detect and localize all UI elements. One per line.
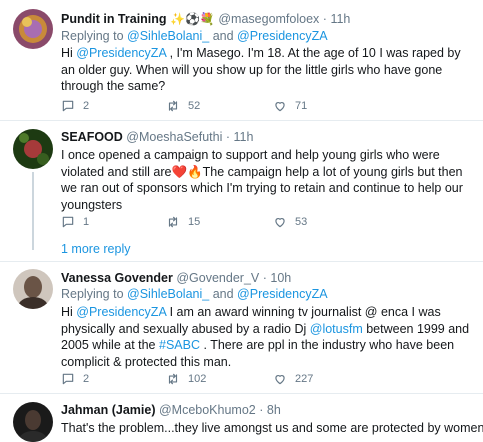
tweet-actions: 1 15 53 — [61, 215, 361, 231]
tweet-text: Hi @PresidencyZA I am an award winning t… — [61, 304, 471, 370]
avatar[interactable] — [13, 9, 53, 49]
and-label: and — [212, 29, 234, 43]
timestamp[interactable]: 10h — [270, 271, 291, 285]
mention-link[interactable]: @PresidencyZA — [76, 46, 166, 60]
tweet-text-part: Hi — [61, 46, 77, 60]
reply-icon — [62, 216, 74, 228]
reply-button[interactable]: 1 — [61, 215, 89, 229]
divider — [0, 261, 483, 262]
divider — [0, 120, 483, 121]
replying-to-label: Replying to — [61, 29, 124, 43]
reply-icon — [62, 373, 74, 385]
heart-icon — [275, 102, 285, 112]
avatar[interactable] — [13, 269, 53, 309]
author-handle[interactable]: @Govender_V — [176, 271, 259, 285]
author-handle[interactable]: @MceboKhumo2 — [159, 403, 256, 417]
retweet-count: 102 — [188, 373, 207, 385]
divider — [0, 393, 483, 394]
mention-link[interactable]: @PresidencyZA — [237, 287, 328, 301]
reply-count: 2 — [83, 373, 90, 385]
mention-link[interactable]: @lotusfm — [310, 322, 363, 336]
avatar[interactable] — [13, 402, 53, 442]
tweet-text: Hi @PresidencyZA , I'm Masego. I'm 18. A… — [61, 45, 471, 95]
hashtag-link[interactable]: #SABC — [159, 338, 200, 352]
retweet-button[interactable]: 15 — [166, 215, 200, 229]
retweet-icon — [168, 100, 178, 112]
retweet-button[interactable]: 102 — [166, 372, 206, 386]
tweet-actions: 2 52 71 — [61, 99, 361, 115]
timestamp[interactable]: 11h — [330, 12, 350, 26]
replying-to: Replying to @SihleBolani_ and @Presidenc… — [61, 29, 328, 43]
heart-icon — [275, 218, 285, 228]
reply-count: 2 — [83, 100, 90, 112]
avatar[interactable] — [13, 129, 53, 169]
separator-dot: · — [259, 403, 264, 417]
retweet-count: 52 — [188, 100, 201, 112]
mention-link[interactable]: @PresidencyZA — [237, 29, 328, 43]
author-name[interactable]: Jahman (Jamie) — [61, 403, 155, 417]
mention-link[interactable]: @SihleBolani_ — [127, 287, 209, 301]
author-name[interactable]: SEAFOOD — [61, 130, 123, 144]
and-label: and — [212, 287, 234, 301]
tweet-text: I once opened a campaign to support and … — [61, 147, 471, 213]
replying-to-label: Replying to — [61, 287, 124, 301]
like-button[interactable]: 71 — [273, 99, 307, 113]
timestamp[interactable]: 8h — [267, 403, 281, 417]
mention-link[interactable]: @SihleBolani_ — [127, 29, 209, 43]
name-emoji: ✨⚽💐 — [170, 12, 215, 26]
reply-feed: Pundit in Training ✨⚽💐 @masegomfoloex · … — [0, 0, 483, 442]
tweet-actions: 2 102 227 — [61, 372, 361, 388]
author-handle[interactable]: @MoeshaSefuthi — [126, 130, 222, 144]
separator-dot: · — [322, 12, 327, 26]
timestamp[interactable]: 11h — [234, 130, 254, 144]
more-replies-link[interactable]: 1 more reply — [61, 242, 130, 256]
tweet-text: That's the problem...they live amongst u… — [61, 421, 483, 435]
reply-icon — [62, 100, 74, 112]
author-handle[interactable]: @masegomfoloex — [218, 12, 319, 26]
author-name[interactable]: Pundit in Training — [61, 12, 167, 26]
like-count: 71 — [295, 100, 308, 112]
replying-to: Replying to @SihleBolani_ and @Presidenc… — [61, 287, 328, 301]
retweet-icon — [168, 216, 178, 228]
heart-icon — [275, 375, 285, 385]
thread-line — [32, 172, 34, 250]
mention-link[interactable]: @PresidencyZA — [76, 305, 166, 319]
reply-count: 1 — [83, 216, 90, 228]
retweet-icon — [168, 373, 178, 385]
author-name[interactable]: Vanessa Govender — [61, 271, 173, 285]
like-count: 53 — [295, 216, 308, 228]
separator-dot: · — [225, 130, 231, 144]
like-button[interactable]: 227 — [273, 372, 313, 386]
reply-button[interactable]: 2 — [61, 99, 89, 113]
retweet-button[interactable]: 52 — [166, 99, 200, 113]
separator-dot: · — [262, 271, 267, 285]
like-count: 227 — [295, 373, 314, 385]
heart-fire-emoji: ❤️🔥 — [171, 164, 203, 179]
reply-button[interactable]: 2 — [61, 372, 89, 386]
like-button[interactable]: 53 — [273, 215, 307, 229]
retweet-count: 15 — [188, 216, 201, 228]
tweet-text-part: Hi — [61, 305, 77, 319]
